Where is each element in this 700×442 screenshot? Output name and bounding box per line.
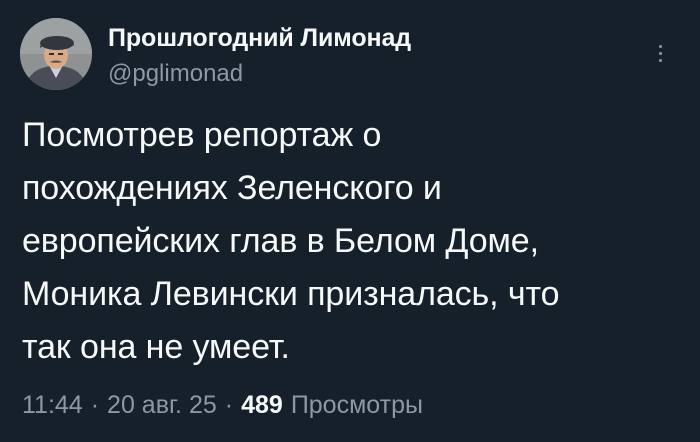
views-label[interactable]: Просмотры bbox=[291, 391, 423, 419]
views-count[interactable]: 489 bbox=[241, 391, 283, 419]
tweet-text-line: европейских глав в Белом Доме, bbox=[22, 222, 539, 260]
tweet-text-line: Посмотрев репортаж о bbox=[22, 116, 382, 154]
tweet-text-line: похождениях Зеленского и bbox=[22, 169, 442, 207]
meta-separator: · bbox=[90, 391, 100, 419]
avatar[interactable] bbox=[20, 18, 92, 90]
more-options-icon bbox=[658, 44, 662, 62]
tweet-date[interactable]: 20 авг. 25 bbox=[107, 391, 217, 419]
avatar-image bbox=[20, 18, 92, 90]
author-name[interactable]: Прошлогодний Лимонад bbox=[108, 24, 411, 53]
tweet-meta: 11:44 · 20 авг. 25 · 489 Просмотры bbox=[22, 388, 423, 422]
tweet-text: Посмотрев репортаж о похождениях Зеленск… bbox=[22, 109, 672, 374]
tweet-header: Прошлогодний Лимонад @pglimonad bbox=[20, 18, 680, 98]
tweet-text-line: Моника Левински призналась, что bbox=[22, 275, 560, 313]
more-options-button[interactable] bbox=[648, 38, 672, 68]
tweet-card: Прошлогодний Лимонад @pglimonad Посмотре… bbox=[0, 0, 700, 442]
tweet-text-line: так она не умеет. bbox=[22, 328, 290, 366]
tweet-time[interactable]: 11:44 bbox=[22, 391, 83, 419]
author-handle[interactable]: @pglimonad bbox=[108, 60, 243, 88]
meta-separator: · bbox=[224, 391, 234, 419]
